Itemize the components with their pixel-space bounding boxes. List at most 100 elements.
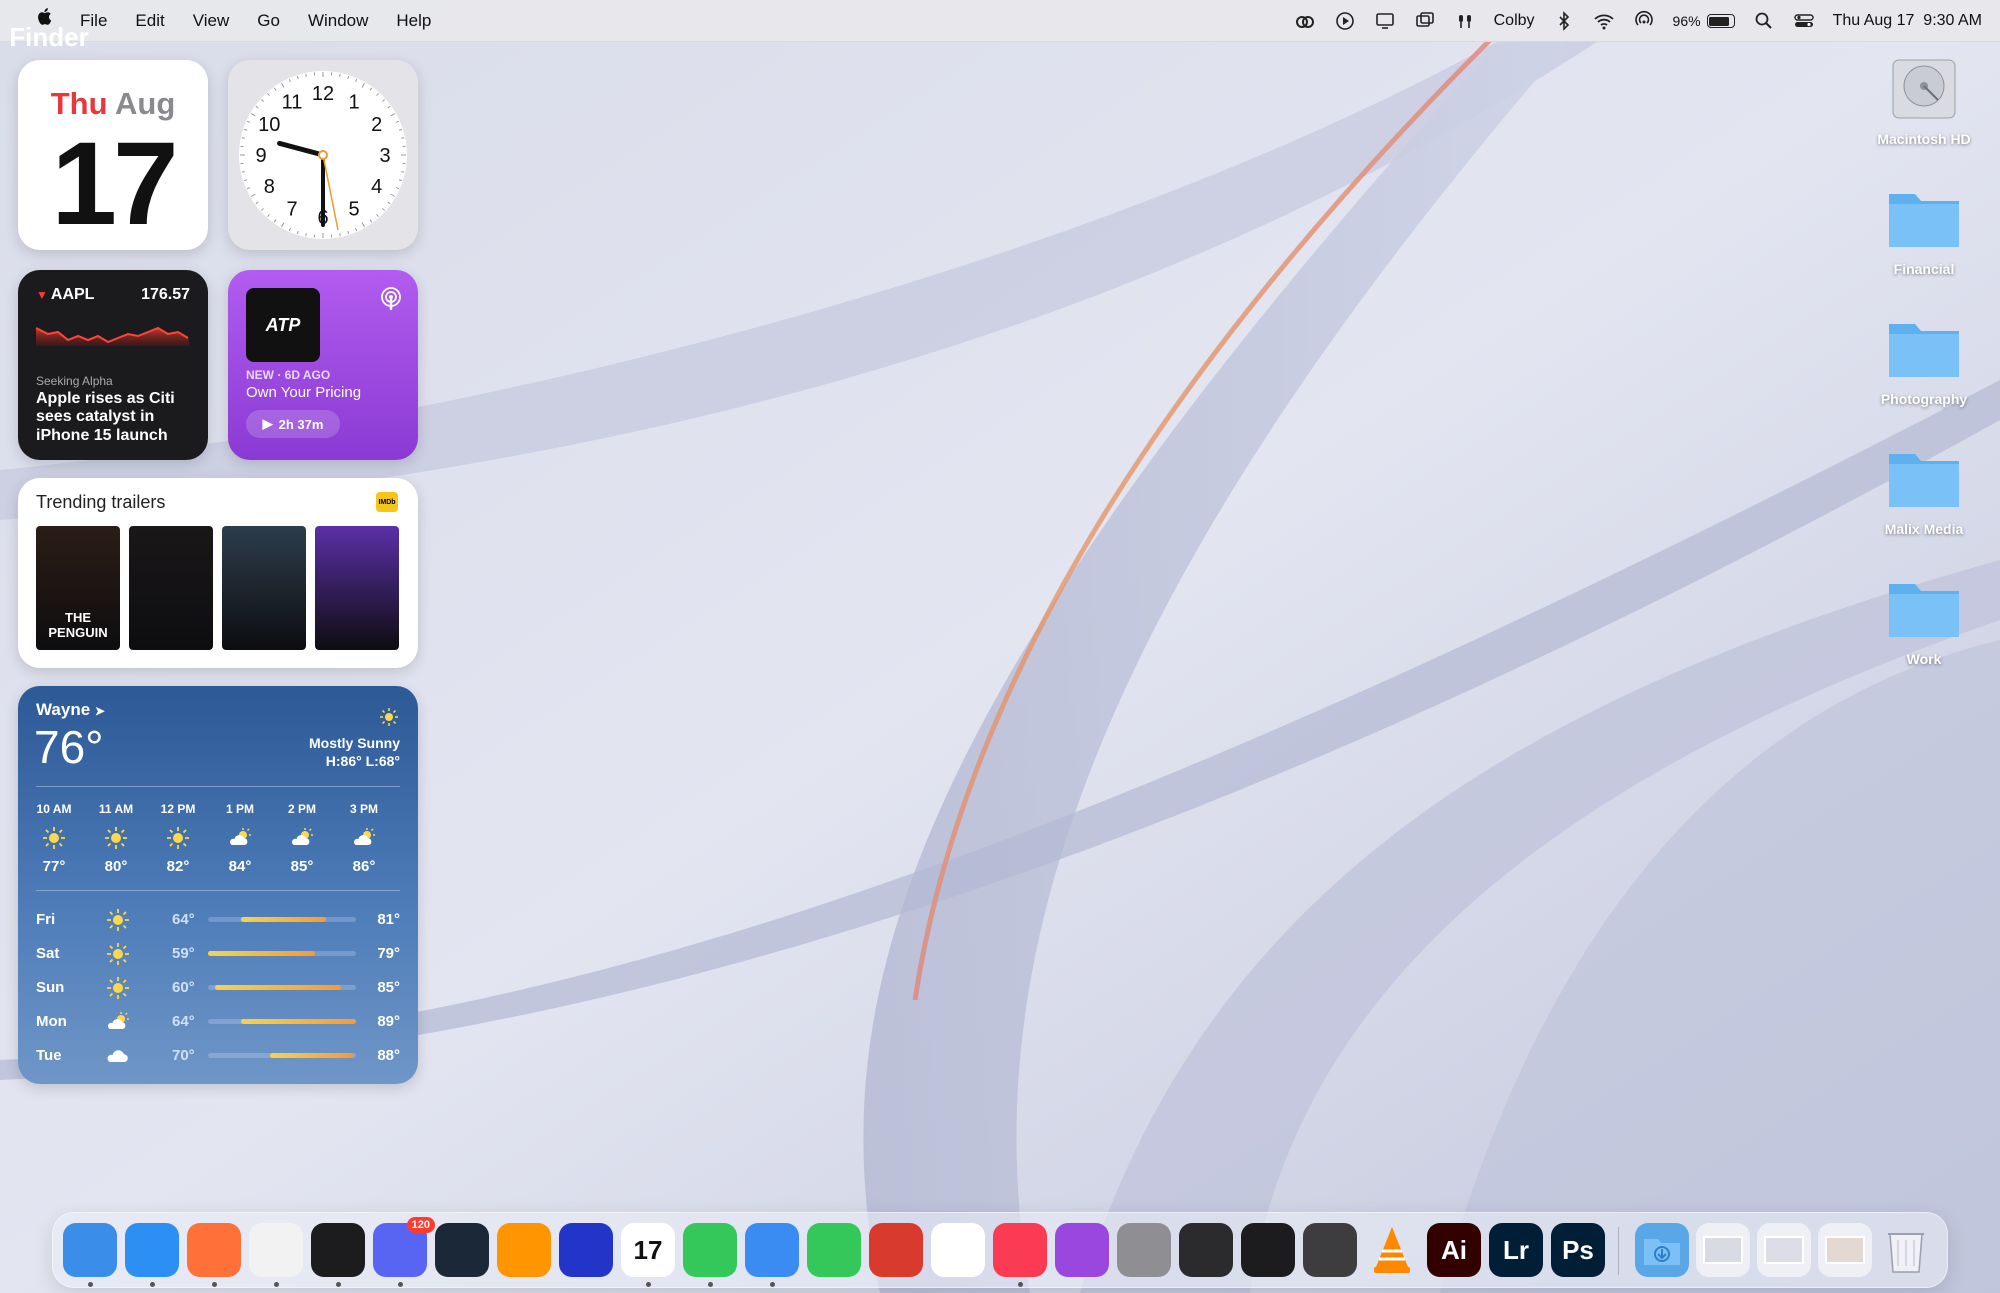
folder-photography[interactable]: Photography: [1864, 316, 1984, 407]
desktop-icon-label: Financial: [1893, 261, 1955, 277]
battery-percent: 96%: [1672, 13, 1701, 29]
trailer-poster[interactable]: [222, 526, 306, 650]
airpods-icon[interactable]: [1454, 10, 1476, 32]
hourly-time: 1 PM: [225, 802, 254, 816]
trash[interactable]: [1879, 1223, 1933, 1277]
menu-clock[interactable]: Thu Aug 17 9:30 AM: [1833, 12, 1982, 30]
podcast-artwork[interactable]: ATP: [246, 288, 320, 362]
control-center-icon[interactable]: [1793, 10, 1815, 32]
downloads-stack[interactable]: [1635, 1223, 1689, 1277]
weather-widget[interactable]: Wayne ➤ 76° Mostly Sunny H:86° L:68° 10 …: [18, 686, 418, 1084]
drive-icon-macintosh-hd[interactable]: Macintosh HD: [1864, 56, 1984, 147]
recent-items-stack[interactable]: [1818, 1223, 1872, 1277]
trailer-poster[interactable]: THE PENGUIN: [36, 526, 120, 650]
hourly-forecast-item: 12 PM 82°: [148, 802, 208, 875]
battery-status[interactable]: 96%: [1673, 13, 1735, 29]
down-arrow-icon: ▼: [36, 288, 48, 302]
menu-view[interactable]: View: [179, 0, 244, 42]
wifi-icon[interactable]: [1593, 10, 1615, 32]
bluetooth-icon[interactable]: [1553, 10, 1575, 32]
podcast-artwork-text: ATP: [265, 314, 301, 335]
location-arrow-icon: ➤: [94, 704, 105, 718]
dock-app-photos[interactable]: [931, 1223, 985, 1277]
screenshots-stack[interactable]: [1696, 1223, 1750, 1277]
clock-numeral: 3: [379, 145, 390, 167]
menu-app-name[interactable]: Finder: [9, 10, 88, 64]
menu-go[interactable]: Go: [243, 0, 294, 42]
menu-user[interactable]: Colby: [1494, 12, 1535, 30]
dock-app-books[interactable]: [497, 1223, 551, 1277]
menu-bar: Finder File Edit View Go Window Help Col…: [0, 0, 2000, 52]
dock-app-illustrator[interactable]: Ai: [1427, 1223, 1481, 1277]
sun-icon: [166, 826, 190, 850]
clock-widget[interactable]: 121234567891011: [228, 60, 418, 250]
trailer-poster[interactable]: [129, 526, 213, 650]
dock-app-quicktime[interactable]: [1303, 1223, 1357, 1277]
trailer-poster[interactable]: [315, 526, 399, 650]
news-headline[interactable]: Apple rises as Citi sees catalyst in iPh…: [36, 390, 196, 445]
podcast-widget[interactable]: ATP NEW · 6D AGO Own Your Pricing ▶ 2h 37…: [228, 270, 418, 460]
folder-work[interactable]: Work: [1864, 576, 1984, 667]
dock-app-vlc[interactable]: [1365, 1223, 1419, 1277]
menu-edit[interactable]: Edit: [121, 0, 178, 42]
daily-day: Fri: [36, 910, 56, 928]
stock-symbol: AAPL: [50, 286, 95, 303]
airdrop-icon[interactable]: [1633, 10, 1655, 32]
dock-app-finder[interactable]: [63, 1223, 117, 1277]
hourly-temp: 86°: [352, 858, 376, 875]
calendar-icon: 17: [633, 1234, 663, 1265]
dock-app-photo-booth[interactable]: [869, 1223, 923, 1277]
creative-cloud-icon[interactable]: [1294, 10, 1316, 32]
sun-icon: [42, 826, 66, 850]
running-indicator: [150, 1282, 155, 1287]
stock-price: 176.57: [141, 286, 190, 303]
dock-app-news[interactable]: [249, 1223, 303, 1277]
display-icon[interactable]: [1374, 10, 1396, 32]
hourly-time: 2 PM: [287, 802, 316, 816]
folder-financial[interactable]: Financial: [1864, 186, 1984, 277]
dock-app-cube[interactable]: [559, 1223, 613, 1277]
dock-app-facetime[interactable]: [807, 1223, 861, 1277]
dock-app-calendar[interactable]: 17: [621, 1223, 675, 1277]
temperature-range-fill: [241, 1018, 356, 1024]
dock-app-lightroom[interactable]: Lr: [1489, 1223, 1543, 1277]
dock-app-discord[interactable]: 120: [373, 1217, 435, 1277]
dock-app-final-cut-pro[interactable]: [1241, 1223, 1295, 1277]
dock-app-mail[interactable]: [745, 1223, 799, 1277]
windows-icon[interactable]: [1414, 10, 1436, 32]
spotlight-search-icon[interactable]: [1753, 10, 1775, 32]
dock-app-steam[interactable]: [435, 1223, 489, 1277]
sun-icon: [104, 826, 128, 850]
dock-app-podcasts[interactable]: [1055, 1223, 1109, 1277]
running-indicator: [336, 1282, 341, 1287]
play-status-icon[interactable]: [1334, 10, 1356, 32]
temperature-range-bar: [208, 1052, 356, 1058]
menu-window[interactable]: Window: [294, 0, 382, 42]
dock-app-messages[interactable]: [683, 1223, 737, 1277]
daily-high: 88°: [377, 1046, 400, 1064]
dock-app-firefox[interactable]: [187, 1223, 241, 1277]
daily-low: 60°: [172, 978, 195, 996]
daily-forecast-row: Fri 64° 81°: [36, 904, 400, 934]
hourly-time: 3 PM: [349, 802, 378, 816]
folder-malix-media[interactable]: Malix Media: [1864, 446, 1984, 537]
dock-app-stocks[interactable]: [311, 1223, 365, 1277]
hourly-temp: 77°: [42, 858, 66, 875]
dock-app-safari[interactable]: [125, 1223, 179, 1277]
podcast-play-button[interactable]: ▶ 2h 37m: [246, 410, 340, 438]
dock-app-compressor[interactable]: [1179, 1223, 1233, 1277]
podcast-meta: NEW · 6D AGO: [246, 368, 331, 382]
menu-help[interactable]: Help: [382, 0, 445, 42]
calendar-widget[interactable]: Thu Aug 17: [18, 60, 208, 250]
dock-app-music[interactable]: [993, 1223, 1047, 1277]
partly-cloudy-icon: [290, 826, 314, 850]
trending-trailers-widget[interactable]: Trending trailers IMDb THE PENGUIN: [18, 478, 418, 668]
dock-app-system-settings[interactable]: [1117, 1223, 1171, 1277]
desktop-icon-label: Work: [1906, 651, 1942, 667]
recent-stack[interactable]: [1757, 1223, 1811, 1277]
stocks-widget[interactable]: ▼ AAPL 176.57 Seeking Alpha Apple rises a…: [18, 270, 208, 460]
dock-app-photoshop[interactable]: Ps: [1551, 1223, 1605, 1277]
hourly-forecast-item: 10 AM 77°: [24, 802, 84, 875]
hourly-forecast-item: 11 AM 80°: [86, 802, 146, 875]
daily-forecast-row: Mon 64° 89°: [36, 1006, 400, 1036]
